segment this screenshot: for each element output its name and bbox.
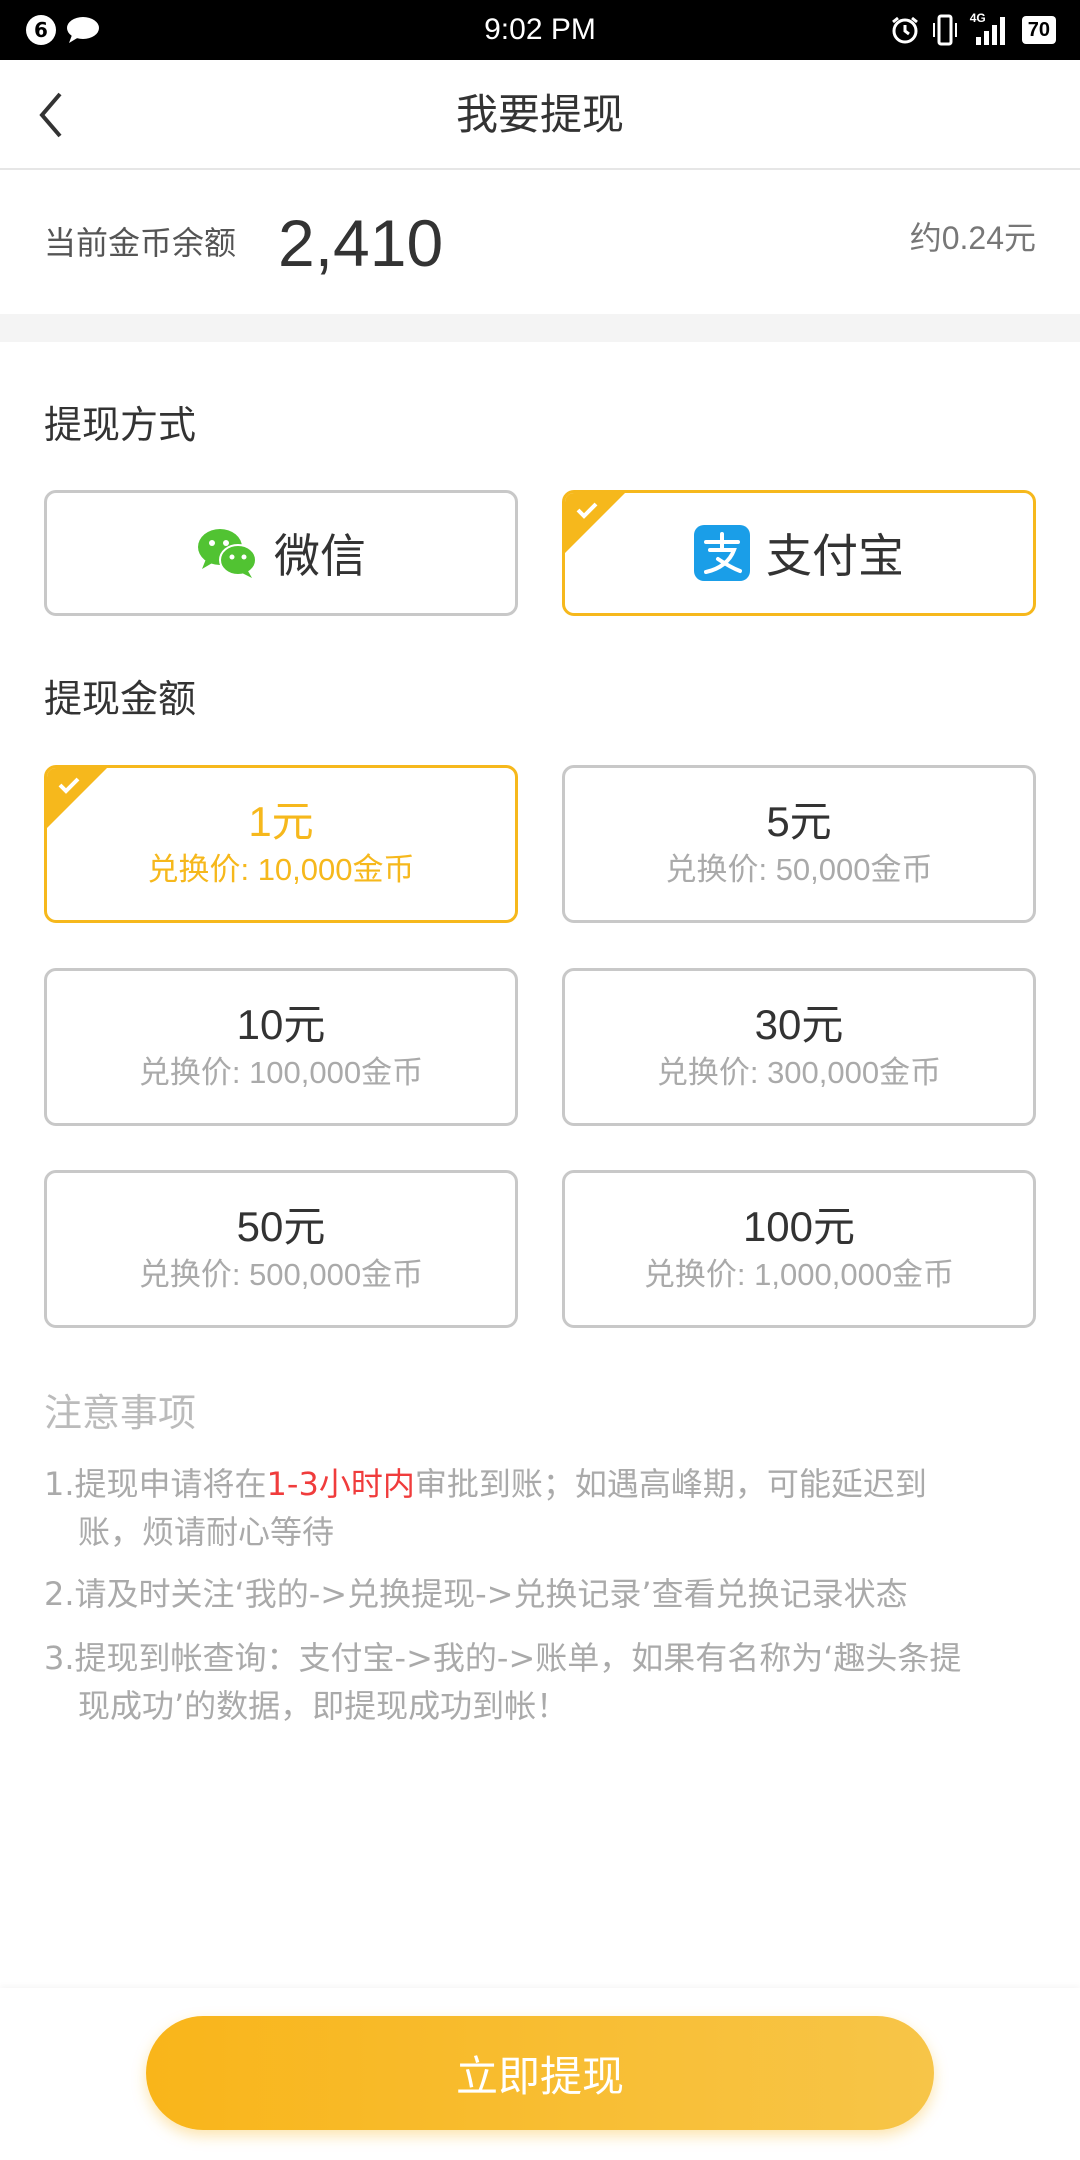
- amount-price: 兑换价: 100,000金币: [138, 1055, 424, 1090]
- amount-option-50[interactable]: 50元 兑换价: 500,000金币: [44, 1170, 518, 1328]
- amount-value: 30元: [754, 1001, 844, 1048]
- amount-option-100[interactable]: 100元 兑换价: 1,000,000金币: [562, 1170, 1036, 1328]
- method-label: 微信: [274, 529, 366, 583]
- method-label: 支付宝: [766, 529, 904, 583]
- amount-value: 5元: [766, 798, 832, 845]
- wechat-icon: [198, 529, 257, 578]
- title-bar: 我要提现: [0, 60, 1080, 170]
- note-3: 3.提现到帐查询：支付宝->我的->账单，如果有名称为‘趣头条提 现成功’的数据…: [44, 1634, 1044, 1730]
- alarm-icon: [891, 16, 918, 44]
- bottom-bar: 立即提现: [0, 1988, 1080, 2160]
- checkmark-icon: [576, 502, 598, 519]
- amount-value: 50元: [236, 1203, 326, 1250]
- method-wechat[interactable]: 微信: [44, 490, 518, 616]
- note-3-line2: 现成功’的数据，即提现成功到帐！: [78, 1687, 569, 1725]
- method-section-title: 提现方式: [44, 403, 197, 447]
- balance-value: 2,410: [278, 206, 444, 280]
- method-alipay[interactable]: 支付宝: [562, 490, 1036, 616]
- vibrate-icon: [932, 14, 957, 46]
- amount-price: 兑换价: 500,000金币: [138, 1257, 424, 1292]
- amount-option-5[interactable]: 5元 兑换价: 50,000金币: [562, 765, 1036, 923]
- amount-value: 100元: [742, 1203, 856, 1250]
- notes-title: 注意事项: [44, 1391, 197, 1435]
- signal-icon: 4G: [970, 11, 1010, 47]
- note-1-line2: 账，烦请耐心等待: [78, 1513, 335, 1551]
- amount-option-10[interactable]: 10元 兑换价: 100,000金币: [44, 968, 518, 1126]
- amount-option-1[interactable]: 1元 兑换价: 10,000金币: [44, 765, 518, 923]
- note-1: 1.提现申请将在1-3小时内审批到账；如遇高峰期，可能延迟到 账，烦请耐心等待: [44, 1460, 1044, 1556]
- amount-price: 兑换价: 10,000金币: [147, 852, 415, 887]
- balance-approx: 约0.24元: [909, 220, 1036, 256]
- balance-row: 当前金币余额 2,410 约0.24元: [0, 172, 1080, 314]
- withdraw-screen: 6 9:02 PM 4G 70 我要提现 当前金币余额 2,410 约0.24元…: [0, 0, 1080, 2160]
- status-bar: 6 9:02 PM 4G 70: [0, 0, 1080, 60]
- note-1-highlight: 1-3小时内: [266, 1465, 415, 1503]
- amount-section-title: 提现金额: [44, 677, 197, 721]
- amount-price: 兑换价: 1,000,000金币: [643, 1257, 955, 1292]
- note-1-prefix: 1.提现申请将在: [44, 1465, 267, 1503]
- amount-price: 兑换价: 300,000金币: [656, 1055, 942, 1090]
- amount-option-30[interactable]: 30元 兑换价: 300,000金币: [562, 968, 1036, 1126]
- withdraw-now-button[interactable]: 立即提现: [146, 2016, 934, 2130]
- status-right: 4G 70: [890, 0, 1056, 60]
- note-3-line1: 3.提现到帐查询：支付宝->我的->账单，如果有名称为‘趣头条提: [44, 1639, 962, 1677]
- page-title: 我要提现: [455, 90, 624, 139]
- signal-bars-icon: [975, 17, 1005, 45]
- balance-label: 当前金币余额: [44, 224, 237, 262]
- battery-indicator: 70: [1021, 16, 1056, 44]
- alipay-icon: [694, 525, 750, 581]
- note-1-suffix: 审批到账；如遇高峰期，可能延迟到: [414, 1465, 927, 1503]
- note-2: 2.请及时关注‘我的->兑换提现->兑换记录’查看兑换记录状态: [44, 1575, 908, 1613]
- amount-price: 兑换价: 50,000金币: [665, 852, 933, 887]
- section-divider: [0, 314, 1080, 342]
- amount-value: 10元: [236, 1001, 326, 1048]
- amount-value: 1元: [248, 798, 314, 845]
- checkmark-icon: [58, 777, 80, 794]
